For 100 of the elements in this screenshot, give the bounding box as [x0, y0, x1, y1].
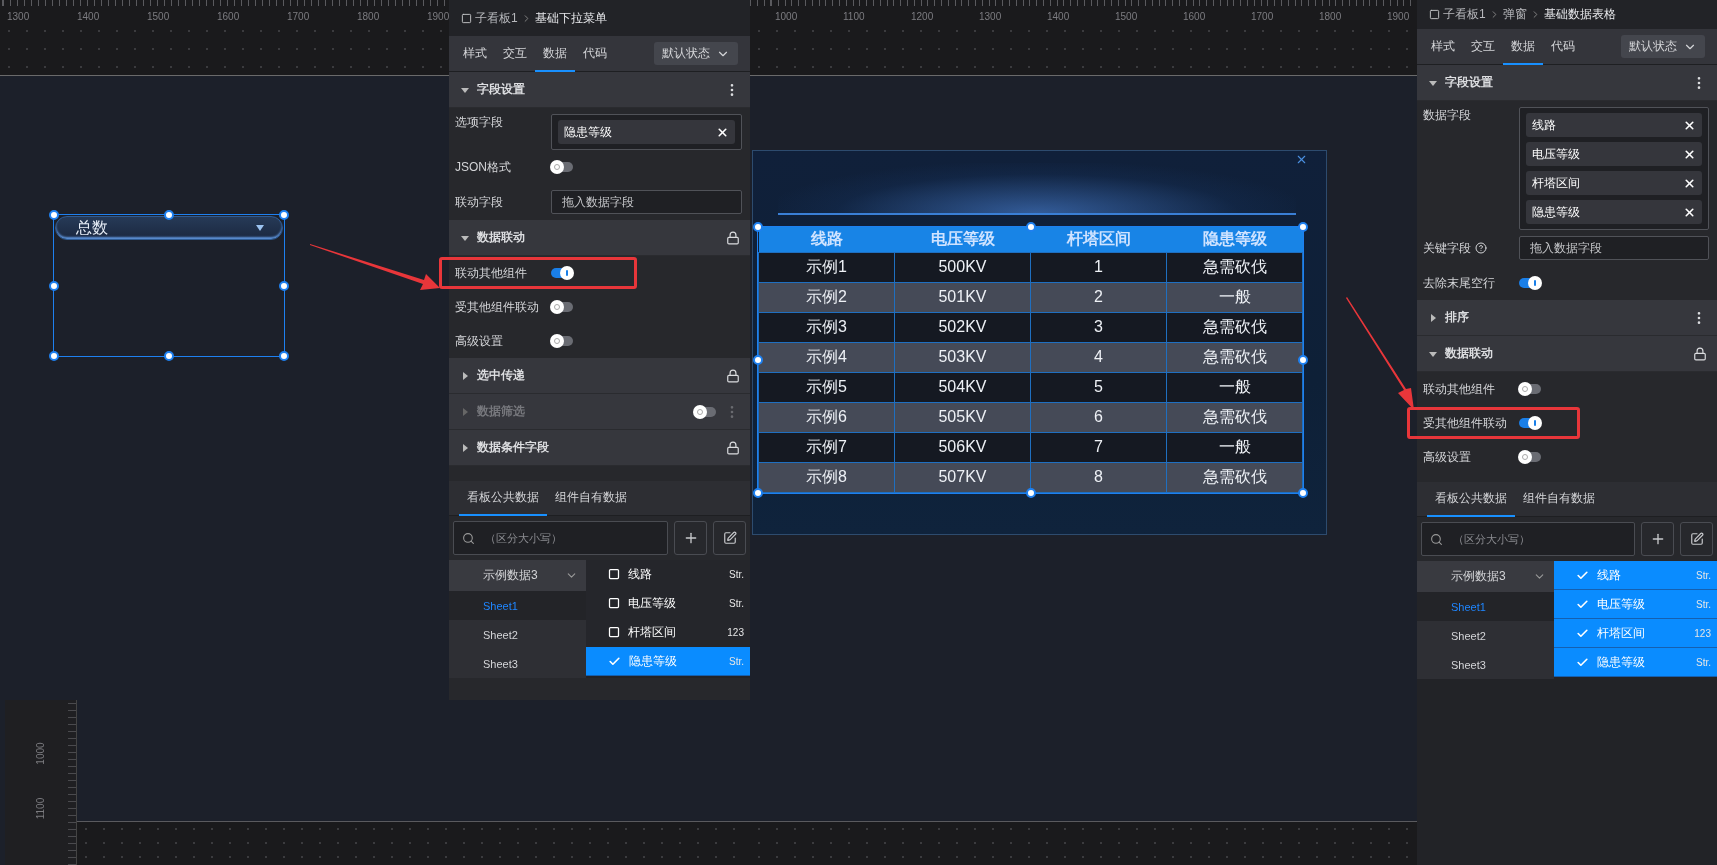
toggle-switch[interactable]	[1519, 384, 1541, 394]
lock-icon[interactable]	[726, 440, 740, 455]
tab[interactable]: 代码	[575, 36, 615, 72]
tab[interactable]: 组件自有数据	[1515, 482, 1603, 517]
section-header[interactable]: 数据联动	[449, 220, 750, 256]
column-header: 隐患等级	[1166, 227, 1303, 252]
toggle-switch[interactable]	[551, 336, 573, 346]
section-header[interactable]: 数据联动	[1417, 336, 1717, 372]
field-tag[interactable]: 电压等级	[1526, 142, 1702, 166]
tab[interactable]: 交互	[1463, 29, 1503, 65]
lock-icon[interactable]	[726, 368, 740, 383]
toggle-switch[interactable]	[1519, 452, 1541, 462]
ruler-label: 1200	[911, 11, 935, 24]
resize-handle[interactable]	[164, 210, 174, 220]
drop-field[interactable]: 拖入数据字段	[1519, 236, 1709, 260]
check-icon	[1576, 655, 1589, 669]
table-cell: 500KV	[894, 252, 1031, 282]
resize-handle[interactable]	[279, 351, 289, 361]
toggle-switch[interactable]	[1519, 418, 1541, 428]
field-label: 高级设置	[1423, 448, 1472, 466]
add-button[interactable]	[1641, 522, 1674, 556]
close-icon[interactable]	[1683, 176, 1696, 190]
field-tag[interactable]: 隐患等级	[1526, 200, 1702, 224]
help-icon[interactable]	[1475, 242, 1487, 254]
tab[interactable]: 代码	[1543, 29, 1583, 65]
toggle-switch[interactable]	[551, 162, 573, 172]
field-item[interactable]: 杆塔区间 123	[586, 618, 750, 647]
resize-handle[interactable]	[1298, 487, 1308, 498]
breadcrumb-item[interactable]: 子看板1	[1443, 6, 1486, 23]
ruler-label: 1000	[35, 742, 46, 765]
column-header: 电压等级	[894, 227, 1031, 252]
table-cell: 一般	[1166, 282, 1303, 312]
resize-handle[interactable]	[1025, 487, 1036, 498]
resize-handle[interactable]	[753, 222, 763, 232]
sheet-item[interactable]: Sheet1	[449, 591, 586, 620]
close-icon[interactable]	[716, 125, 729, 139]
table-cell: 示例7	[758, 432, 895, 462]
edit-button[interactable]	[713, 521, 746, 555]
breadcrumb-item[interactable]: 基础数据表格	[1543, 6, 1616, 23]
resize-handle[interactable]	[753, 354, 763, 365]
toggle-switch[interactable]	[551, 302, 573, 312]
section-header[interactable]: 选中传递	[449, 358, 750, 394]
resize-handle[interactable]	[164, 351, 174, 361]
check-icon	[1576, 626, 1589, 640]
add-button[interactable]	[674, 521, 707, 555]
field-label: 高级设置	[455, 332, 504, 350]
table-cell: 506KV	[894, 432, 1031, 462]
resize-handle[interactable]	[753, 487, 763, 498]
dataset-select[interactable]: 示例数据3	[1417, 561, 1554, 592]
resize-handle[interactable]	[1025, 222, 1036, 232]
resize-handle[interactable]	[49, 280, 59, 291]
panel-icon	[1429, 9, 1440, 20]
tab[interactable]: 交互	[495, 36, 535, 72]
resize-handle[interactable]	[279, 210, 289, 220]
resize-handle[interactable]	[1298, 354, 1308, 365]
drop-field[interactable]: 拖入数据字段	[551, 190, 742, 214]
tab[interactable]: 样式	[1423, 29, 1463, 65]
dataset-select[interactable]: 示例数据3	[449, 560, 586, 591]
search-field[interactable]: （区分大小写）	[453, 521, 668, 555]
ruler-label: 1800	[357, 11, 381, 24]
toggle-switch[interactable]	[1519, 278, 1541, 288]
lock-icon[interactable]	[1693, 346, 1707, 361]
dropdown[interactable]: 总数	[55, 216, 283, 240]
ruler-label: 1300	[7, 11, 31, 24]
breadcrumb-item[interactable]: 基础下拉菜单	[534, 9, 607, 27]
resize-handle[interactable]	[49, 210, 59, 220]
field-label: 选项字段	[455, 114, 504, 131]
tab[interactable]: 样式	[455, 36, 495, 72]
edit-button[interactable]	[1680, 522, 1713, 556]
section-header[interactable]: 字段设置	[1417, 65, 1717, 101]
resize-handle[interactable]	[279, 280, 289, 291]
field-label: 联动其他组件	[1423, 380, 1496, 398]
toggle-switch[interactable]	[551, 268, 573, 278]
ruler-label: 1400	[77, 11, 101, 24]
section-header[interactable]: 排序	[1417, 300, 1717, 336]
breadcrumb-item[interactable]: 子看板1	[475, 9, 518, 27]
tab[interactable]: 组件自有数据	[547, 481, 635, 516]
close-icon[interactable]	[1683, 118, 1696, 132]
state-select[interactable]: 默认状态	[1621, 35, 1705, 58]
resize-handle[interactable]	[49, 351, 59, 361]
close-icon[interactable]	[1683, 205, 1696, 219]
resize-handle[interactable]	[1298, 222, 1308, 232]
state-select[interactable]: 默认状态	[654, 42, 738, 65]
caret-icon	[461, 233, 469, 242]
section-header[interactable]: 字段设置	[449, 72, 750, 108]
field-tag[interactable]: 线路	[1526, 113, 1702, 137]
tag-field[interactable]: 隐患等级	[551, 114, 742, 150]
lock-icon[interactable]	[726, 230, 740, 245]
breadcrumb-item[interactable]: 弹窗	[1502, 6, 1527, 23]
section-header[interactable]: 数据条件字段	[449, 430, 750, 466]
close-icon[interactable]	[1295, 153, 1308, 166]
sheet-item[interactable]: Sheet1	[1417, 592, 1554, 621]
field-item[interactable]: 电压等级 Str.	[586, 589, 750, 618]
field-tag[interactable]: 杆塔区间	[1526, 171, 1702, 195]
close-icon[interactable]	[1683, 147, 1696, 161]
field-tag[interactable]: 隐患等级	[558, 120, 735, 144]
field-item[interactable]: 线路 Str.	[586, 560, 750, 589]
tag-field[interactable]: 线路 电压等级 杆塔区间 隐患等级	[1519, 107, 1709, 230]
table-cell: 急需砍伐	[1166, 252, 1303, 282]
search-field[interactable]: （区分大小写）	[1421, 522, 1635, 556]
